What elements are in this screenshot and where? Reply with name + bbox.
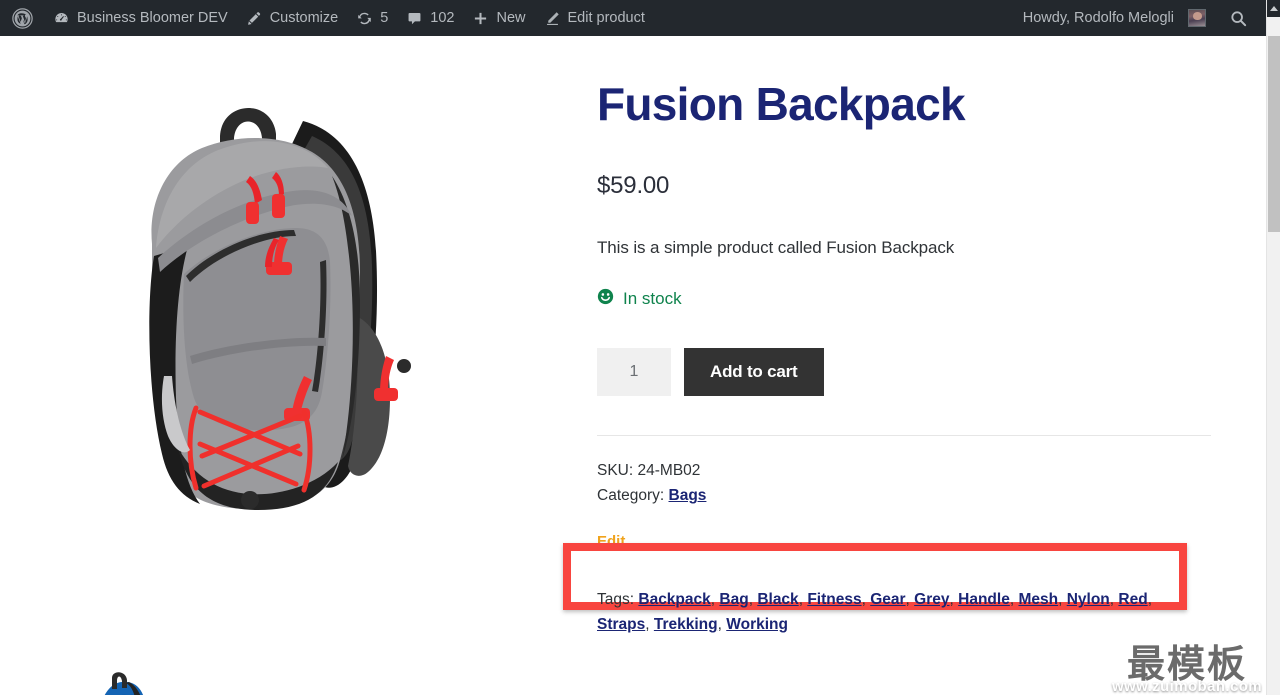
tag-link[interactable]: Grey: [914, 591, 949, 608]
site-name-label: Business Bloomer DEV: [77, 10, 228, 26]
comments-icon: [406, 10, 423, 27]
tag-link[interactable]: Trekking: [654, 616, 718, 633]
wp-admin-bar: Business Bloomer DEV Customize 5 102 New…: [0, 0, 1266, 36]
tag-link[interactable]: Working: [726, 616, 788, 633]
comments-menu[interactable]: 102: [397, 0, 463, 36]
product-short-description: This is a simple product called Fusion B…: [597, 238, 955, 258]
stock-status-label: In stock: [623, 289, 682, 309]
new-label: New: [496, 10, 526, 26]
smiley-face-icon: [597, 288, 614, 310]
sku-value: 24-MB02: [637, 462, 701, 480]
admin-bar-left-group: Business Bloomer DEV Customize 5 102 New…: [0, 0, 654, 36]
updates-count: 5: [380, 10, 389, 26]
quantity-input[interactable]: [597, 348, 671, 397]
tag-link[interactable]: Straps: [597, 616, 645, 633]
tag-link[interactable]: Bag: [719, 591, 748, 608]
page-scrollbar[interactable]: [1266, 0, 1280, 695]
product-meta: SKU: 24-MB02 Category: Bags: [597, 458, 1211, 508]
add-to-cart-form: Add to cart: [597, 348, 1211, 397]
site-name-menu[interactable]: Business Bloomer DEV: [44, 0, 237, 36]
new-content-menu[interactable]: New: [463, 0, 534, 36]
category-link[interactable]: Bags: [669, 487, 707, 504]
sku-label: SKU:: [597, 462, 634, 480]
add-to-cart-button[interactable]: Add to cart: [684, 348, 824, 397]
product-price: $59.00: [597, 172, 670, 200]
howdy-label: Howdy, Rodolfo Melogli: [1022, 10, 1174, 26]
admin-bar-right-group: Howdy, Rodolfo Melogli: [1014, 0, 1266, 36]
dashboard-icon: [53, 10, 70, 27]
tag-link[interactable]: Handle: [958, 591, 1010, 608]
edit-product-label: Edit product: [567, 10, 645, 26]
updates-menu[interactable]: 5: [347, 0, 397, 36]
tag-link[interactable]: Nylon: [1067, 591, 1110, 608]
tag-link[interactable]: Gear: [870, 591, 905, 608]
wordpress-logo-icon: [12, 7, 33, 29]
plus-icon: [472, 10, 489, 27]
product-thumbnail-1[interactable]: [82, 668, 166, 695]
sku-row: SKU: 24-MB02: [597, 458, 1211, 483]
tags-label: Tags:: [597, 591, 635, 608]
updates-icon: [356, 10, 373, 27]
tags-list: Backpack, Bag, Black, Fitness, Gear, Gre…: [597, 591, 1152, 634]
comments-count: 102: [430, 10, 455, 26]
tag-link[interactable]: Mesh: [1018, 591, 1058, 608]
avatar: [1188, 9, 1206, 27]
customize-brush-icon: [246, 10, 263, 27]
category-row: Category: Bags: [597, 483, 1211, 508]
admin-search-button[interactable]: [1215, 0, 1260, 36]
product-summary: Fusion Backpack $59.00 This is a simple …: [597, 36, 1211, 550]
tag-link[interactable]: Red: [1118, 591, 1147, 608]
my-account-menu[interactable]: Howdy, Rodolfo Melogli: [1014, 0, 1215, 36]
tags-row: Tags: Backpack, Bag, Black, Fitness, Gea…: [597, 587, 1177, 637]
stock-badge: In stock: [597, 288, 1211, 310]
edit-product-menu[interactable]: Edit product: [535, 0, 654, 36]
scrollbar-up-arrow[interactable]: [1267, 0, 1280, 17]
category-label: Category:: [597, 487, 665, 505]
search-icon: [1229, 9, 1248, 28]
page-title: Fusion Backpack: [597, 78, 966, 130]
tag-link[interactable]: Black: [757, 591, 798, 608]
product-thumbnail-row: [82, 668, 522, 695]
customize-label: Customize: [269, 10, 339, 26]
tag-link[interactable]: Backpack: [638, 591, 710, 608]
meta-divider: [597, 435, 1211, 437]
customize-menu[interactable]: Customize: [237, 0, 348, 36]
scrollbar-thumb[interactable]: [1268, 36, 1280, 232]
edit-link[interactable]: Edit: [597, 533, 1211, 550]
edit-pencil-icon: [544, 10, 561, 27]
wordpress-logo-button[interactable]: [0, 0, 44, 36]
product-main-image[interactable]: [60, 76, 500, 551]
tag-link[interactable]: Fitness: [807, 591, 861, 608]
product-page: Fusion Backpack $59.00 This is a simple …: [0, 36, 1266, 695]
